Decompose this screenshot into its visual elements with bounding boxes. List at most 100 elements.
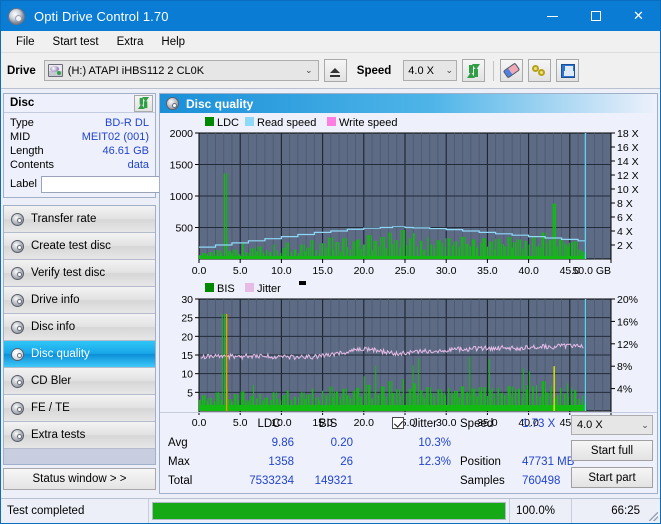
sidebar-item-transfer-rate[interactable]: Transfer rate bbox=[4, 206, 155, 233]
save-button[interactable] bbox=[556, 59, 580, 82]
stats-header-ldc: LDC bbox=[257, 418, 281, 430]
svg-text:0.0: 0.0 bbox=[192, 265, 207, 277]
svg-text:Read speed: Read speed bbox=[257, 117, 316, 129]
menu-file[interactable]: File bbox=[7, 34, 44, 50]
svg-text:5: 5 bbox=[187, 387, 193, 399]
disc-icon bbox=[11, 374, 24, 388]
svg-text:1500: 1500 bbox=[170, 160, 194, 172]
svg-text:2 X: 2 X bbox=[617, 240, 633, 252]
disc-icon bbox=[11, 212, 24, 226]
jitter-checkbox[interactable] bbox=[392, 417, 404, 430]
start-full-button[interactable]: Start full bbox=[571, 440, 653, 461]
sidebar-item-fe-te[interactable]: FE / TE bbox=[4, 395, 155, 422]
svg-text:30.0: 30.0 bbox=[436, 265, 457, 277]
svg-text:8 X: 8 X bbox=[617, 198, 633, 210]
disc-refresh-button[interactable] bbox=[134, 94, 153, 112]
disc-panel-header: Disc bbox=[4, 94, 155, 113]
svg-text:35.0: 35.0 bbox=[477, 265, 498, 277]
window-title: Opti Drive Control 1.70 bbox=[34, 8, 169, 24]
left-pane: Disc Type BD-R DL MID MEIT02 (001) Lengt… bbox=[3, 93, 247, 494]
disc-icon bbox=[166, 97, 179, 110]
disc-row-key: Length bbox=[10, 145, 44, 157]
stats-jitter-avg: 10.3% bbox=[418, 437, 451, 449]
svg-text:Write speed: Write speed bbox=[339, 117, 398, 129]
refresh-icon bbox=[137, 97, 150, 109]
start-part-button[interactable]: Start part bbox=[571, 467, 653, 488]
maximize-icon bbox=[590, 11, 601, 21]
disc-row-value: BD-R DL bbox=[104, 117, 149, 129]
progress-track bbox=[152, 502, 506, 520]
stats-speed-value: 1.73 X bbox=[522, 418, 556, 430]
sidebar-item-label: Disc info bbox=[31, 321, 76, 333]
menu-help[interactable]: Help bbox=[152, 34, 194, 50]
disc-icon bbox=[11, 293, 24, 307]
svg-text:5.0: 5.0 bbox=[233, 265, 248, 277]
status-window-button[interactable]: Status window > > bbox=[3, 468, 156, 490]
options-button[interactable] bbox=[528, 59, 552, 82]
bis-chart[interactable]: 5 10 15 20 25 30 4% 8% 12% 16% 20% 0.0 5.0 10.0 15.0 20… bbox=[160, 281, 657, 433]
menu-start-test[interactable]: Start test bbox=[44, 34, 108, 50]
svg-text:50.0 GB: 50.0 GB bbox=[572, 265, 611, 277]
speed-select-value: 4.0 X bbox=[408, 64, 434, 77]
sidebar-item-disc-quality[interactable]: Disc quality bbox=[4, 341, 155, 368]
status-bar: Test completed 100.0% 66:25 bbox=[1, 498, 660, 523]
disc-icon bbox=[11, 239, 24, 253]
stats-position-label: Position bbox=[460, 456, 501, 468]
disc-label-row: Label bbox=[10, 175, 247, 193]
page-title: Disc quality bbox=[186, 96, 254, 111]
menu-extra[interactable]: Extra bbox=[108, 34, 153, 50]
sidebar-item-label: Disc quality bbox=[31, 348, 90, 360]
progress-bar bbox=[149, 499, 510, 523]
svg-text:4%: 4% bbox=[617, 384, 632, 396]
svg-text:12%: 12% bbox=[617, 339, 638, 351]
svg-text:LDC: LDC bbox=[217, 117, 239, 129]
stats-samples-label: Samples bbox=[460, 475, 505, 487]
sidebar-item-verify-test-disc[interactable]: Verify test disc bbox=[4, 260, 155, 287]
progress-percent: 100.0% bbox=[510, 499, 572, 523]
disc-icon bbox=[11, 266, 24, 280]
ldc-chart[interactable]: 500 1000 1500 2000 2 X 4 X 6 X 8 X 10 X 12 X 14 X 1… bbox=[160, 115, 657, 281]
disc-icon bbox=[11, 320, 24, 334]
svg-text:15.0: 15.0 bbox=[312, 265, 333, 277]
sidebar-item-drive-info[interactable]: Drive info bbox=[4, 287, 155, 314]
opti-drive-control-window: Opti Drive Control 1.70 ✕ File Start tes… bbox=[0, 0, 661, 524]
drive-select[interactable]: (H:) ATAPI iHBS112 2 CL0K ⌄ bbox=[43, 60, 319, 81]
toolbar-separator bbox=[493, 60, 495, 81]
sidebar-item-create-test-disc[interactable]: Create test disc bbox=[4, 233, 155, 260]
stats-position-value: 47731 MB bbox=[522, 456, 575, 468]
svg-text:10 X: 10 X bbox=[617, 184, 639, 196]
disc-quality-panel: Disc quality 500 1000 1500 2000 2 X 4 X 6 X 8 X… bbox=[159, 93, 658, 494]
svg-text:25: 25 bbox=[181, 313, 193, 325]
maximize-button[interactable] bbox=[574, 1, 617, 31]
sidebar-item-cd-bler[interactable]: CD Bler bbox=[4, 368, 155, 395]
disc-row-mid: MID MEIT02 (001) bbox=[10, 130, 149, 144]
disc-row-value: MEIT02 (001) bbox=[81, 131, 149, 143]
svg-text:8%: 8% bbox=[617, 361, 632, 373]
stats-ldc-total: 7533234 bbox=[249, 475, 294, 487]
minimize-button[interactable] bbox=[531, 1, 574, 31]
stats-jitter-max: 12.3% bbox=[418, 456, 451, 468]
svg-text:40.0: 40.0 bbox=[518, 265, 539, 277]
resize-grip[interactable] bbox=[646, 499, 660, 523]
speed-select[interactable]: 4.0 X ⌄ bbox=[403, 60, 458, 81]
sidebar-item-extra-tests[interactable]: Extra tests bbox=[4, 422, 155, 449]
window-controls: ✕ bbox=[531, 1, 660, 31]
erase-button[interactable] bbox=[500, 59, 524, 82]
svg-text:BIS: BIS bbox=[217, 283, 235, 295]
eject-button[interactable] bbox=[323, 59, 347, 82]
disc-row-type: Type BD-R DL bbox=[10, 116, 149, 130]
disc-icon bbox=[11, 401, 24, 415]
close-button[interactable]: ✕ bbox=[617, 1, 660, 31]
svg-text:16 X: 16 X bbox=[617, 142, 639, 154]
stats-row-total-label: Total bbox=[168, 475, 193, 487]
sidebar-item-disc-info[interactable]: Disc info bbox=[4, 314, 155, 341]
stats-header-jitter: Jitter bbox=[412, 418, 437, 430]
drive-toolbar: Drive (H:) ATAPI iHBS112 2 CL0K ⌄ Speed … bbox=[1, 53, 660, 89]
refresh-button[interactable] bbox=[462, 59, 486, 82]
svg-text:20%: 20% bbox=[617, 294, 638, 306]
disc-row-key: MID bbox=[10, 131, 31, 143]
svg-text:4 X: 4 X bbox=[617, 226, 633, 238]
svg-text:6 X: 6 X bbox=[617, 212, 633, 224]
test-speed-select[interactable]: 4.0 X ⌄ bbox=[571, 415, 653, 435]
disc-row-length: Length 46.61 GB bbox=[10, 144, 149, 158]
